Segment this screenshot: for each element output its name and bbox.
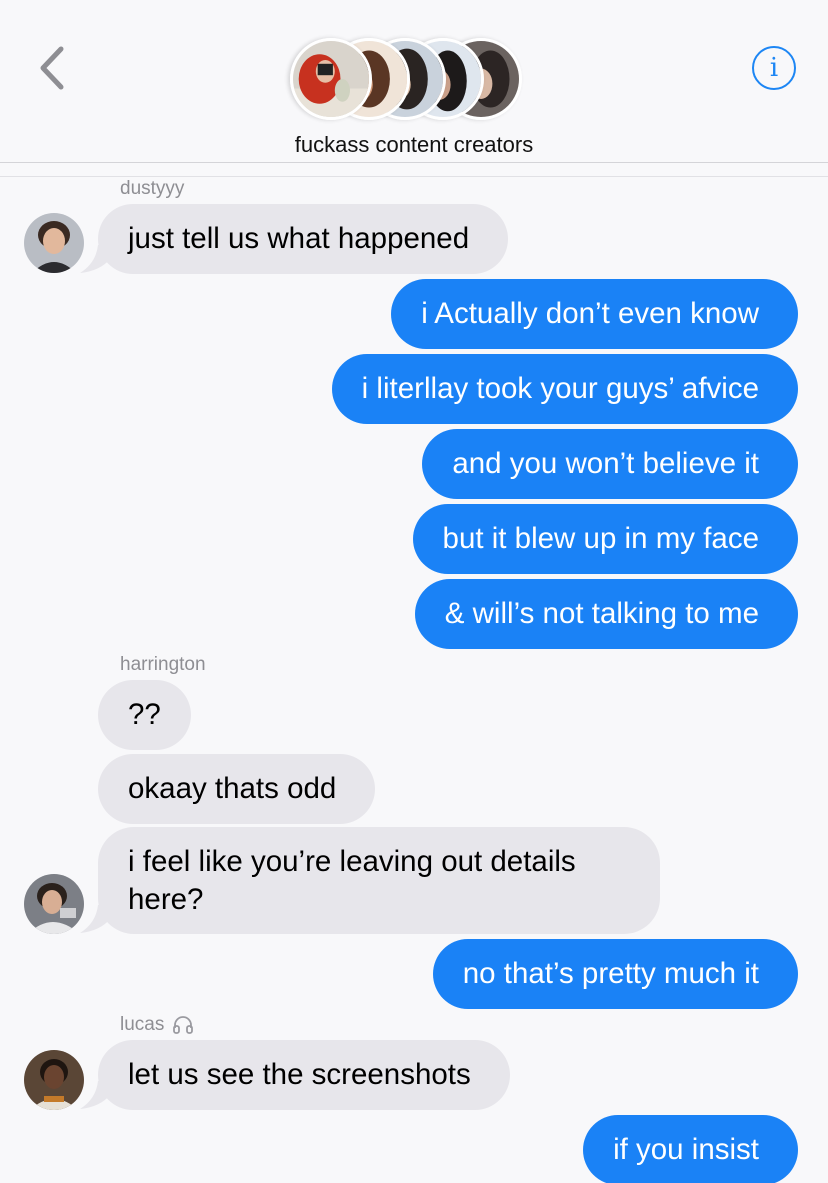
message-text: if you insist (613, 1133, 759, 1166)
chat-header: i fuckass content creators (0, 0, 828, 177)
message-bubble-outgoing[interactable]: i Actually don’t even know (391, 279, 798, 349)
message-bubble-outgoing[interactable]: no that’s pretty much it (432, 939, 798, 1009)
sender-header: lucas (120, 1014, 194, 1036)
back-button[interactable] (30, 42, 74, 94)
message-text: and you won’t believe it (452, 447, 759, 480)
message-bubble-outgoing[interactable]: & will’s not talking to me (414, 579, 798, 649)
sender-name: lucas (120, 1014, 165, 1035)
message-bubble-outgoing[interactable]: i literllay took your guys’ afvice (331, 354, 798, 424)
message-bubble-incoming[interactable]: let us see the screenshots (98, 1040, 510, 1110)
message-bubble-outgoing[interactable]: but it blew up in my face (412, 504, 798, 574)
sender-name: harrington (120, 654, 206, 675)
message-bubble-incoming[interactable]: i feel like you’re leaving out details h… (98, 827, 660, 934)
message-text: i Actually don’t even know (421, 297, 759, 330)
message-bubble-outgoing[interactable]: and you won’t believe it (422, 429, 798, 499)
message-bubble-outgoing[interactable]: if you insist (583, 1115, 798, 1183)
message-text: no that’s pretty much it (462, 957, 759, 990)
header-divider (0, 162, 828, 163)
message-text: ?? (128, 698, 161, 731)
info-button[interactable]: i (752, 46, 796, 90)
info-icon: i (769, 53, 779, 83)
message-bubble-incoming[interactable]: ?? (98, 680, 191, 750)
avatar[interactable] (24, 1050, 84, 1110)
group-avatars[interactable] (290, 38, 530, 122)
chevron-left-icon (40, 46, 64, 90)
message-text: just tell us what happened (128, 222, 470, 255)
message-text: & will’s not talking to me (444, 597, 759, 630)
header-divider (0, 176, 828, 177)
group-member-avatar (290, 38, 372, 120)
avatar[interactable] (24, 213, 84, 273)
message-text: i literllay took your guys’ afvice (361, 372, 759, 405)
avatar[interactable] (24, 874, 84, 934)
message-bubble-incoming[interactable]: just tell us what happened (98, 204, 509, 274)
group-name[interactable]: fuckass content creators (0, 132, 828, 158)
message-bubble-incoming[interactable]: okaay thats odd (98, 754, 376, 824)
headphones-icon (173, 1016, 194, 1034)
message-text: let us see the screenshots (128, 1058, 471, 1091)
message-text: but it blew up in my face (442, 522, 759, 555)
message-text: okaay thats odd (128, 772, 337, 805)
message-text: i feel like you’re leaving out details h… (128, 844, 576, 916)
sender-name: dustyyy (120, 178, 185, 199)
